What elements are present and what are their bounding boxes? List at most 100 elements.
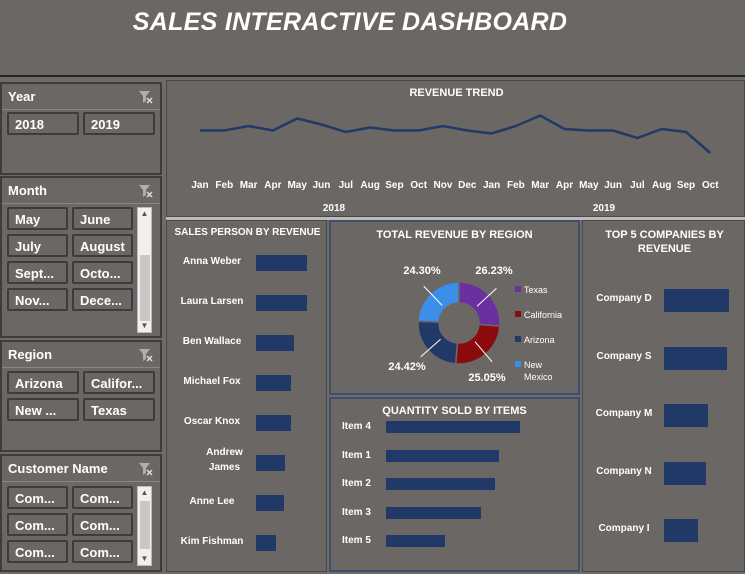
slicer-item-july[interactable]: July	[7, 234, 68, 257]
sales-person-label: Michael Fox	[183, 376, 241, 387]
company-bar	[664, 519, 699, 542]
sales-person-label: Laura Larsen	[180, 296, 244, 307]
slicer-item-2018[interactable]: 2018	[7, 112, 79, 135]
clear-filter-icon[interactable]	[138, 90, 154, 104]
region-donut-chart: 26.23% 25.05% 24.42% 24.30% Texas Califo…	[388, 265, 562, 384]
slicer-item-2019[interactable]: 2019	[83, 112, 155, 135]
sales-person-label: Ben Wallace	[182, 336, 242, 347]
sales-person-title: SALES PERSON BY REVENUE	[174, 227, 321, 238]
legend-swatch-arizona	[515, 336, 521, 342]
quantity-bar	[386, 535, 445, 547]
sales-person-bar	[256, 255, 307, 271]
month-tick-label: Apr	[556, 180, 573, 191]
region-slicer-header: Region	[2, 342, 160, 368]
quantity-bar	[386, 478, 495, 490]
slicer-item-company[interactable]: Com...	[72, 513, 133, 536]
sales-person-bar	[256, 455, 285, 471]
slicer-item-december[interactable]: Dece...	[72, 288, 133, 311]
revenue-trend-panel: REVENUE TREND Jan Feb Mar Apr May Jun Jul Aug Se…	[166, 80, 745, 217]
company-bar	[664, 461, 706, 485]
clear-filter-icon[interactable]	[138, 184, 154, 198]
quantity-panel: QUANTITY SOLD BY ITEMS Item 4 Item 1 Item …	[329, 397, 580, 572]
slicer-item-november[interactable]: Nov...	[7, 288, 68, 311]
donut-slice-arizona	[417, 320, 459, 365]
company-bar	[664, 289, 729, 312]
sales-person-label: Anne Lee	[189, 496, 235, 507]
year-slicer-label: Year	[8, 89, 36, 104]
month-tick-label: Jun	[604, 180, 622, 191]
customer-slicer-label: Customer Name	[8, 461, 108, 476]
month-tick-label: Sep	[385, 180, 403, 191]
region-slicer: Region Arizona Califor... New ... Texas	[0, 340, 162, 452]
clear-filter-icon[interactable]	[138, 462, 154, 476]
slice-label-new-mexico: 24.30%	[403, 265, 441, 277]
sales-person-label: Anna Weber	[182, 256, 242, 267]
month-tick-label: Aug	[360, 180, 379, 191]
slicer-item-arizona[interactable]: Arizona	[7, 371, 79, 394]
slicer-item-california[interactable]: Califor...	[83, 371, 155, 394]
scroll-thumb[interactable]	[140, 501, 150, 549]
sales-person-bar	[256, 295, 307, 311]
month-tick-label: Oct	[410, 180, 427, 191]
slicer-item-new-mexico[interactable]: New ...	[7, 398, 79, 421]
month-tick-label: Sep	[677, 180, 695, 191]
legend-california: California	[524, 310, 562, 320]
customer-scrollbar[interactable]: ▲ ▼	[137, 486, 152, 566]
title-bar: SALES INTERACTIVE DASHBOARD	[0, 0, 745, 77]
quantity-bar	[386, 421, 520, 433]
scroll-thumb[interactable]	[140, 255, 150, 321]
sales-person-bar	[256, 375, 291, 391]
slicer-item-june[interactable]: June	[72, 207, 133, 230]
sales-person-bar	[256, 535, 277, 551]
month-tick-label: Jul	[630, 180, 645, 191]
sales-person-bar	[256, 415, 291, 431]
company-label: Company S	[596, 350, 652, 362]
year-label-2019: 2019	[593, 203, 616, 214]
month-scrollbar[interactable]: ▲ ▼	[137, 207, 152, 333]
company-label: Company M	[595, 408, 653, 419]
month-tick-label: Jul	[339, 180, 354, 191]
month-slicer-label: Month	[8, 183, 47, 198]
company-bar	[664, 346, 728, 370]
clear-filter-icon[interactable]	[138, 348, 154, 362]
month-tick-label: Feb	[215, 180, 233, 191]
top-companies-title-line1: TOP 5 COMPANIES BY	[605, 229, 724, 241]
company-bar	[664, 404, 709, 427]
company-label: Company N	[596, 465, 652, 477]
customer-slicer-header: Customer Name	[2, 456, 160, 482]
item-label: Item 2	[342, 478, 371, 489]
month-tick-label: May	[287, 180, 307, 191]
slicer-item-october[interactable]: Octo...	[72, 261, 133, 284]
item-label: Item 1	[342, 449, 371, 461]
scroll-up-icon[interactable]: ▲	[138, 208, 151, 220]
slicer-item-company[interactable]: Com...	[72, 540, 133, 563]
revenue-trend-chart: Jan Feb Mar Apr May Jun Jul Aug Sep Oct Nov Dec Jan F…	[191, 114, 719, 214]
dashboard-title: SALES INTERACTIVE DASHBOARD	[132, 8, 568, 36]
slice-label-texas: 26.23%	[475, 265, 513, 277]
slicer-item-texas[interactable]: Texas	[83, 398, 155, 421]
month-slicer-header: Month	[2, 178, 160, 204]
region-slicer-label: Region	[8, 347, 53, 362]
item-label: Item 5	[342, 535, 371, 546]
top-companies-title-line2: REVENUE	[637, 243, 692, 255]
legend-new-mexico-line2: Mexico	[524, 372, 553, 382]
month-tick-label: Jan	[191, 180, 208, 191]
slicer-item-company[interactable]: Com...	[7, 513, 68, 536]
slicer-item-company[interactable]: Com...	[7, 540, 68, 563]
month-slicer: Month May June July August Sept... Octo.…	[0, 176, 162, 338]
quantity-bar	[386, 449, 499, 462]
sales-person-panel: SALES PERSON BY REVENUE Anna Weber Laura …	[166, 220, 327, 572]
month-tick-label: Nov	[434, 180, 453, 191]
scroll-down-icon[interactable]: ▼	[138, 553, 151, 565]
month-tick-label: Mar	[240, 180, 258, 191]
legend-swatch-california	[515, 311, 521, 317]
top-companies-panel: TOP 5 COMPANIES BY REVENUE Company D Comp…	[582, 220, 745, 572]
slicer-item-company[interactable]: Com...	[72, 486, 133, 509]
region-revenue-panel: TOTAL REVENUE BY REGION 26.23% 25.05% 24…	[329, 220, 580, 395]
slicer-item-company[interactable]: Com...	[7, 486, 68, 509]
slicer-item-may[interactable]: May	[7, 207, 68, 230]
slicer-item-september[interactable]: Sept...	[7, 261, 68, 284]
scroll-down-icon[interactable]: ▼	[138, 320, 151, 332]
scroll-up-icon[interactable]: ▲	[138, 487, 151, 499]
slicer-item-august[interactable]: August	[72, 234, 133, 257]
